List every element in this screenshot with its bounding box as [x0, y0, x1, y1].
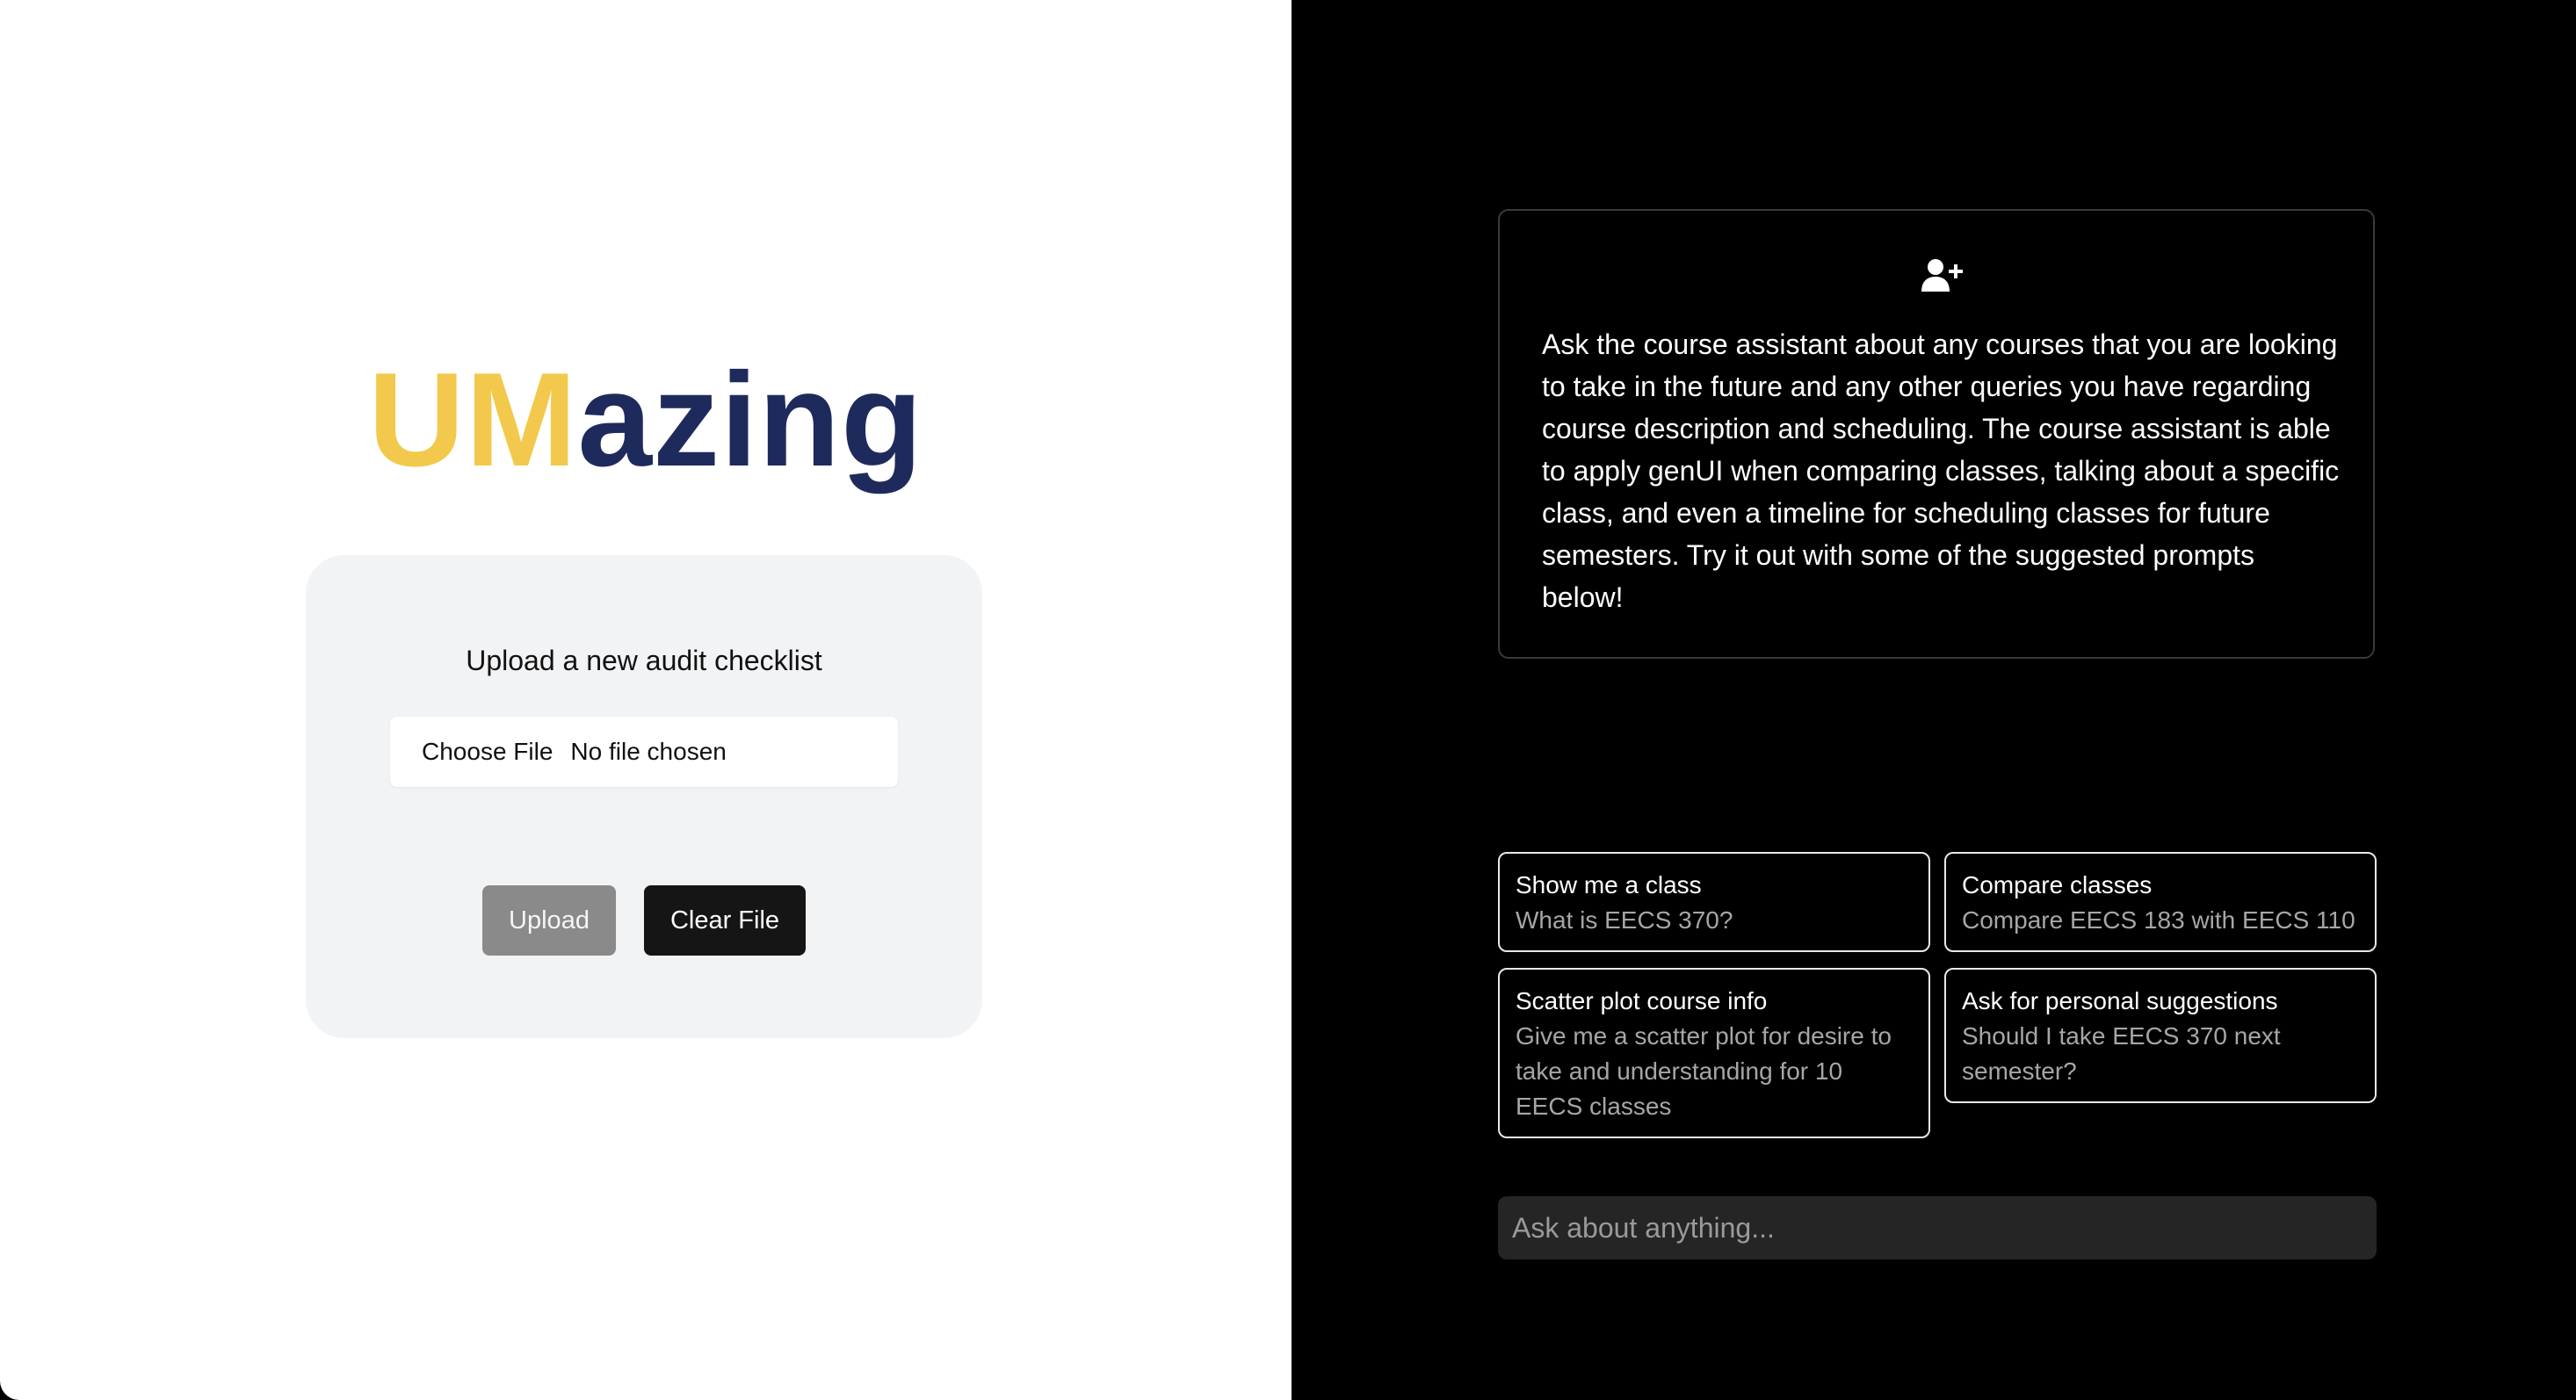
suggestion-prompt: Give me a scatter plot for desire to tak… [1516, 1022, 1892, 1120]
upload-card: Upload a new audit checklist Choose File… [306, 555, 982, 1038]
upload-pane: UMazing Upload a new audit checklist Cho… [0, 0, 1292, 1400]
suggestion-title: Scatter plot course info [1516, 987, 1768, 1014]
suggestion-prompt: Compare EECS 183 with EECS 110 [1962, 906, 2355, 934]
suggestion-compare-classes[interactable]: Compare classes Compare EECS 183 with EE… [1944, 852, 2377, 952]
suggestion-show-class[interactable]: Show me a class What is EECS 370? [1498, 852, 1930, 952]
file-picker[interactable]: Choose File No file chosen [390, 717, 898, 787]
user-plus-icon [1921, 259, 1963, 292]
chat-input[interactable] [1498, 1196, 2377, 1259]
upload-button[interactable]: Upload [482, 885, 616, 956]
app-root: UMazing Upload a new audit checklist Cho… [0, 0, 2576, 1400]
suggestion-scatter-plot[interactable]: Scatter plot course info Give me a scatt… [1498, 968, 1930, 1138]
suggestion-title: Ask for personal suggestions [1962, 987, 2278, 1014]
suggestion-personal[interactable]: Ask for personal suggestions Should I ta… [1944, 968, 2377, 1103]
upload-title: Upload a new audit checklist [466, 645, 822, 676]
assistant-description: Ask the course assistant about any cours… [1542, 328, 2340, 613]
clear-file-button[interactable]: Clear File [644, 885, 806, 956]
suggestion-title: Show me a class [1516, 871, 1702, 898]
file-status: No file chosen [570, 738, 727, 765]
suggestion-prompt: Should I take EECS 370 next semester? [1962, 1022, 2281, 1085]
choose-file-button[interactable]: Choose File [422, 738, 553, 766]
chat-pane: Ask the course assistant about any cours… [1292, 0, 2576, 1400]
assistant-info-card: Ask the course assistant about any cours… [1498, 209, 2375, 659]
logo-part-azing: azing [577, 345, 923, 494]
suggestion-title: Compare classes [1962, 871, 2153, 898]
app-logo: UMazing [0, 341, 1292, 499]
logo-part-um: UM [368, 345, 578, 494]
suggestion-prompt: What is EECS 370? [1516, 906, 1733, 934]
